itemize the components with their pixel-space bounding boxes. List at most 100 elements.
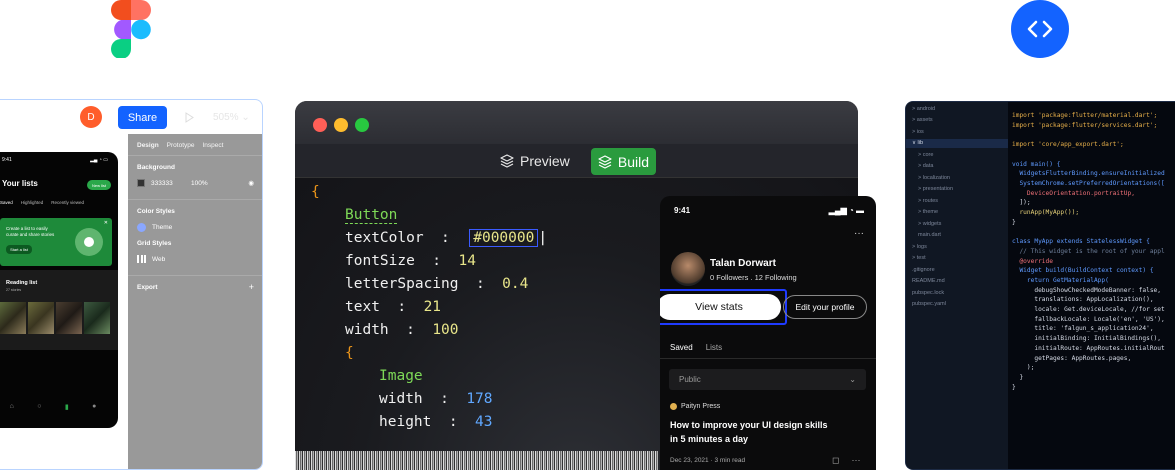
profile-avatar-icon[interactable]: ● bbox=[92, 403, 96, 411]
color-styles-heading: Color Styles bbox=[137, 208, 175, 215]
close-icon[interactable]: ✕ bbox=[104, 220, 108, 226]
zoom-dropdown[interactable]: 505% ⌄ bbox=[213, 112, 250, 123]
view-stats-button[interactable]: View stats bbox=[660, 294, 781, 320]
explorer-item[interactable]: > routes bbox=[918, 198, 938, 204]
prop-sep: : bbox=[422, 391, 467, 407]
edit-profile-button[interactable]: Edit your profile bbox=[783, 295, 867, 319]
tab-highlighted[interactable]: Highlighted bbox=[21, 200, 44, 205]
play-icon[interactable] bbox=[185, 112, 194, 123]
tab-design[interactable]: Design bbox=[137, 142, 159, 149]
explorer-item[interactable]: pubspec.yaml bbox=[912, 301, 946, 307]
view-stats-highlight: View stats bbox=[660, 289, 787, 325]
theme-color-dot bbox=[137, 223, 146, 232]
maximize-window-dot[interactable] bbox=[355, 118, 369, 132]
profile-tabs: Saved Lists bbox=[670, 343, 722, 352]
layers-icon bbox=[500, 154, 514, 168]
bottom-nav: ⌂ ○ ▮ ● bbox=[0, 403, 118, 411]
code-line-letterspacing: letterSpacing : 0.4 bbox=[345, 276, 528, 292]
explorer-item[interactable]: > core bbox=[918, 152, 933, 158]
theme-style[interactable]: Theme bbox=[152, 224, 172, 231]
prop-sep: : bbox=[414, 253, 459, 269]
bookmark-icon[interactable]: ◻ bbox=[832, 455, 839, 466]
explorer-item[interactable]: main.dart bbox=[918, 232, 941, 238]
code-line-width: width : 100 bbox=[345, 322, 459, 338]
explorer-item[interactable]: > widgets bbox=[918, 221, 941, 227]
lists-title: Your lists bbox=[2, 179, 38, 188]
explorer-item[interactable]: > assets bbox=[912, 117, 933, 123]
more-icon[interactable]: ··· bbox=[851, 455, 860, 466]
avatar[interactable]: D bbox=[80, 106, 102, 128]
code-line: debugShowCheckedModeBanner: false, bbox=[1012, 286, 1162, 294]
color-swatch[interactable] bbox=[137, 179, 145, 187]
plus-icon[interactable]: + bbox=[249, 283, 254, 292]
inspector-tabs: Design Prototype Inspect bbox=[128, 134, 262, 156]
prop-value[interactable]: 43 bbox=[475, 414, 492, 430]
minimize-window-dot[interactable] bbox=[334, 118, 348, 132]
explorer-item[interactable]: .gitignore bbox=[912, 267, 935, 273]
code-line: ); bbox=[1012, 364, 1035, 372]
explorer-item[interactable]: > presentation bbox=[918, 186, 953, 192]
explorer-item[interactable]: ∨ lib bbox=[912, 140, 923, 146]
start-list-button[interactable]: Start a list bbox=[6, 245, 32, 254]
code-line: import 'package:flutter/material.dart'; bbox=[1012, 112, 1158, 119]
explorer-item[interactable]: > logs bbox=[912, 244, 927, 250]
new-list-button[interactable]: New list bbox=[87, 180, 111, 190]
code-line: locale: Get.deviceLocale, //for set bbox=[1012, 306, 1165, 314]
web-grid-style[interactable]: Web bbox=[152, 256, 165, 263]
explorer-item[interactable]: > localization bbox=[918, 175, 950, 181]
selected-prop-value[interactable]: #000000 bbox=[469, 229, 539, 247]
background-heading: Background bbox=[137, 164, 175, 171]
background-hex[interactable]: 333333 bbox=[151, 180, 185, 187]
explorer-item[interactable]: README.md bbox=[912, 278, 945, 284]
background-opacity[interactable]: 100% bbox=[191, 180, 242, 187]
reading-list-card[interactable]: Reading list 27 stories bbox=[0, 270, 118, 350]
more-menu-icon[interactable]: ··· bbox=[854, 228, 864, 239]
explorer-item[interactable]: > android bbox=[912, 106, 935, 112]
preview-tab[interactable]: Preview bbox=[500, 153, 570, 169]
visibility-dropdown[interactable]: Public ⌄ bbox=[669, 369, 866, 390]
code-line: SystemChrome.setPreferredOrientations([ bbox=[1012, 179, 1165, 187]
article-meta: Dec 23, 2021 · 3 min read bbox=[670, 457, 746, 464]
article-title[interactable]: How to improve your UI design skills in … bbox=[670, 419, 830, 446]
reading-list-title: Reading list bbox=[6, 280, 38, 286]
code-line: class MyApp extends StatelessWidget { bbox=[1012, 238, 1150, 246]
layers-icon bbox=[598, 154, 612, 169]
close-window-dot[interactable] bbox=[313, 118, 327, 132]
prop-key: fontSize bbox=[345, 253, 415, 269]
chevron-down-icon: ⌄ bbox=[849, 375, 856, 384]
prop-value[interactable]: 178 bbox=[466, 391, 492, 407]
prop-value[interactable]: 14 bbox=[459, 253, 476, 269]
tab-saved[interactable]: Saved bbox=[670, 343, 693, 352]
bookmark-icon[interactable]: ▮ bbox=[65, 403, 69, 411]
tab-lists[interactable]: Lists bbox=[706, 343, 722, 352]
prop-value[interactable]: 21 bbox=[424, 299, 441, 315]
explorer-item[interactable]: > theme bbox=[918, 209, 938, 215]
tab-recently-viewed[interactable]: Recently viewed bbox=[51, 200, 84, 205]
tab-inspect[interactable]: Inspect bbox=[203, 142, 224, 149]
grid-icon bbox=[137, 255, 146, 263]
explorer-item[interactable]: > data bbox=[918, 163, 933, 169]
tab-saved[interactable]: Saved bbox=[0, 200, 13, 205]
eye-icon[interactable]: ◉ bbox=[248, 179, 254, 187]
build-tab[interactable]: Build bbox=[591, 148, 656, 175]
explorer-item[interactable]: > test bbox=[912, 255, 926, 261]
prop-key: width bbox=[379, 391, 423, 407]
tab-prototype[interactable]: Prototype bbox=[167, 142, 195, 149]
window-titlebar bbox=[295, 101, 858, 144]
home-icon[interactable]: ⌂ bbox=[10, 403, 14, 411]
card-text: Create a list to easily curate and share… bbox=[6, 226, 55, 237]
open-brace: { bbox=[311, 184, 320, 200]
search-icon[interactable]: ○ bbox=[37, 403, 41, 411]
code-line: // This widget is the root of your appl bbox=[1012, 247, 1165, 255]
preview-label: Preview bbox=[520, 153, 570, 169]
share-button[interactable]: Share bbox=[118, 106, 167, 129]
editor-toolbar: Preview Build bbox=[295, 144, 858, 178]
child-widget-name: Image bbox=[379, 368, 423, 384]
prop-value[interactable]: 100 bbox=[432, 322, 458, 338]
publisher[interactable]: Paityn Press bbox=[670, 403, 720, 410]
explorer-item[interactable]: pubspec.lock bbox=[912, 290, 944, 296]
prop-sep: : bbox=[431, 414, 476, 430]
explorer-item[interactable]: > ios bbox=[912, 129, 924, 135]
source-code[interactable]: import 'package:flutter/material.dart'; i… bbox=[1012, 111, 1165, 392]
prop-value[interactable]: 0.4 bbox=[502, 276, 528, 292]
